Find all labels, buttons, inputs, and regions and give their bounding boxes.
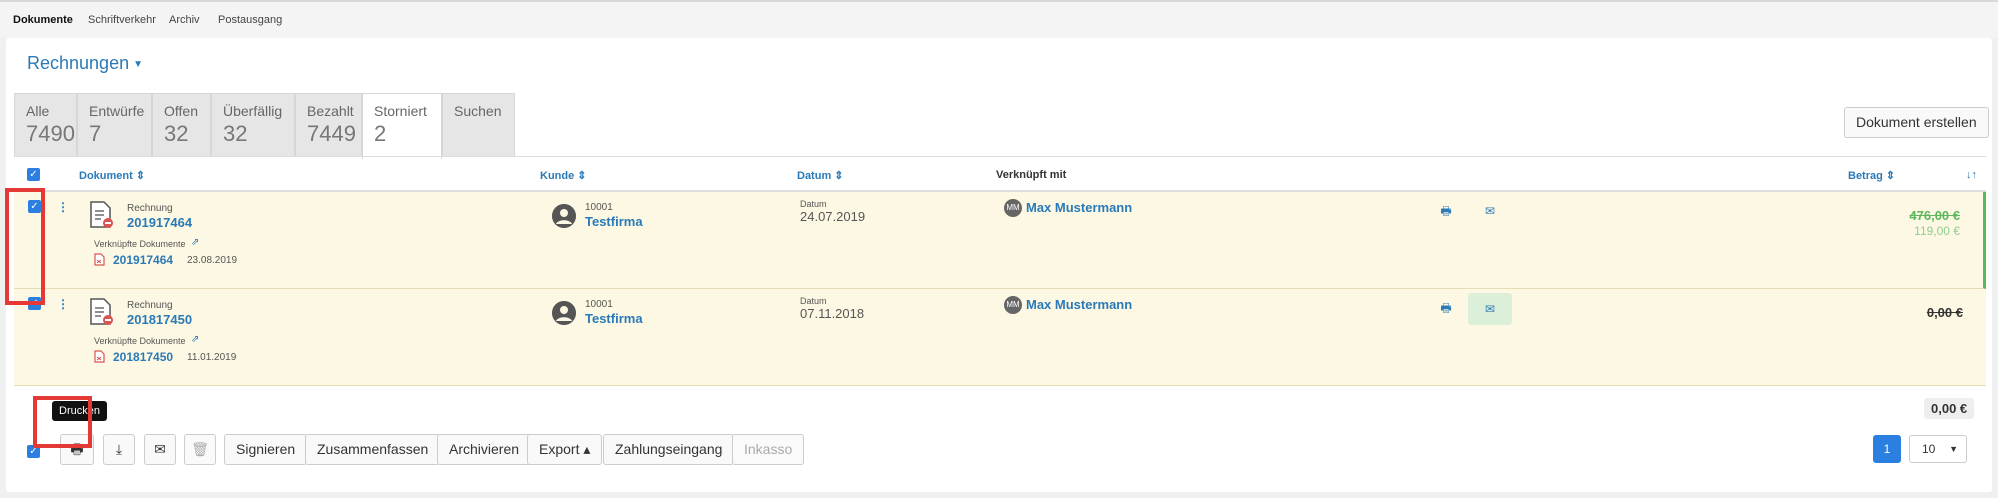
- export-button[interactable]: Export ▴: [527, 434, 603, 465]
- amount-sub: 119,00 €: [1914, 224, 1960, 238]
- merge-button[interactable]: Zusammenfassen: [305, 434, 441, 465]
- tab-label: Überfällig: [223, 103, 283, 119]
- per-page-value: 10: [1922, 442, 1936, 456]
- external-link-icon[interactable]: ⇗: [191, 237, 199, 248]
- col-kunde[interactable]: Kunde ⇕: [540, 169, 587, 182]
- pdf-icon: [94, 253, 105, 266]
- tab-count: 32: [223, 121, 248, 146]
- total-amount: 0,00 €: [1924, 398, 1975, 419]
- email-button[interactable]: ✉: [144, 434, 176, 465]
- download-button[interactable]: ⤓: [103, 434, 135, 465]
- contact-avatar: MM: [1004, 199, 1022, 217]
- sign-button[interactable]: Signieren: [224, 434, 308, 465]
- table-header: ✓ Dokument ⇕ Kunde ⇕ Datum ⇕ Verknüpft m…: [14, 156, 1986, 192]
- payment-button[interactable]: Zahlungseingang: [603, 434, 735, 465]
- table-row[interactable]: ✓ ⋮ Rechnung 201817450 Verknüpfte Dokume…: [14, 289, 1986, 386]
- main-panel: Rechnungen ▼ Dokument erstellen Alle 7490 …: [6, 38, 1992, 492]
- doc-number-link[interactable]: 201917464: [127, 215, 192, 230]
- customer-avatar-icon: [552, 301, 576, 325]
- mail-sent-icon[interactable]: ✉: [1468, 293, 1512, 325]
- col-verknuepft: Verknüpft mit: [996, 169, 1067, 181]
- caret-down-icon: ▼: [133, 58, 143, 70]
- linked-doc-link[interactable]: 201917464: [113, 253, 173, 267]
- customer-id: 10001: [585, 202, 613, 213]
- tab-label: Offen: [164, 103, 198, 119]
- top-nav: Dokumente Schriftverkehr Archiv Postausg…: [0, 0, 1998, 38]
- print-icon[interactable]: 🖶: [1436, 201, 1456, 221]
- date-label: Datum: [800, 296, 827, 306]
- tab-count: 2: [374, 121, 387, 146]
- tab-count: 7490: [26, 121, 75, 146]
- amount: 476,00 €: [1909, 208, 1960, 223]
- select-all-checkbox[interactable]: ✓: [27, 168, 40, 181]
- topnav-dokumente[interactable]: Dokumente: [13, 14, 73, 26]
- contact-link[interactable]: Max Mustermann: [1026, 200, 1132, 215]
- customer-avatar-icon: [552, 204, 576, 228]
- tab-ueberfaellig[interactable]: Überfällig 32: [211, 93, 295, 157]
- delete-button[interactable]: 🗑: [184, 434, 216, 465]
- linked-doc-link[interactable]: 201817450: [113, 350, 173, 364]
- archive-button[interactable]: Archivieren: [437, 434, 532, 465]
- tab-count: 32: [164, 121, 189, 146]
- date-value: 24.07.2019: [800, 209, 866, 224]
- tab-label: Bezahlt: [307, 103, 354, 119]
- annotation-box-print: [33, 396, 92, 448]
- date-value: 07.11.2018: [800, 306, 865, 321]
- linked-docs-label: Verknüpfte Dokumente: [94, 336, 186, 346]
- page-1-button[interactable]: 1: [1873, 435, 1901, 463]
- linked-docs-label: Verknüpfte Dokumente: [94, 239, 186, 249]
- annotation-box-checkboxes: [5, 188, 45, 305]
- table-row[interactable]: ✓ ⋮ Rechnung 201917464 Verknüpfte Dokume…: [14, 192, 1986, 289]
- customer-id: 10001: [585, 299, 613, 310]
- date-label: Datum: [800, 199, 827, 209]
- customer-link[interactable]: Testfirma: [585, 311, 643, 326]
- more-actions-icon[interactable]: ⋮: [57, 201, 69, 213]
- sort-icon[interactable]: ↓↑: [1966, 169, 1977, 181]
- linked-doc-date: 11.01.2019: [187, 352, 237, 363]
- col-betrag[interactable]: Betrag ⇕: [1848, 169, 1895, 182]
- contact-avatar: MM: [1004, 296, 1022, 314]
- page-title[interactable]: Rechnungen ▼: [27, 53, 143, 74]
- topnav-archiv[interactable]: Archiv: [169, 14, 200, 26]
- pdf-icon: [94, 350, 105, 363]
- amount: 0,00 €: [1926, 305, 1963, 320]
- tab-count: 7449: [307, 121, 356, 146]
- doc-type: Rechnung: [127, 300, 173, 311]
- tab-offen[interactable]: Offen 32: [152, 93, 211, 157]
- page-title-text: Rechnungen: [27, 53, 130, 73]
- document-cancelled-icon: [90, 201, 113, 228]
- more-actions-icon[interactable]: ⋮: [57, 298, 69, 310]
- chevron-down-icon: ▼: [1949, 444, 1958, 454]
- contact-link[interactable]: Max Mustermann: [1026, 297, 1132, 312]
- per-page-select[interactable]: 10 ▼: [1909, 435, 1967, 463]
- collection-button: Inkasso: [732, 434, 805, 465]
- topnav-schriftverkehr[interactable]: Schriftverkehr: [88, 14, 156, 26]
- tab-entwuerfe[interactable]: Entwürfe 7: [77, 93, 152, 157]
- print-icon[interactable]: 🖶: [1436, 298, 1456, 318]
- topnav-postausgang[interactable]: Postausgang: [218, 14, 282, 26]
- document-cancelled-icon: [90, 298, 113, 325]
- customer-link[interactable]: Testfirma: [585, 214, 643, 229]
- col-dokument[interactable]: Dokument ⇕: [79, 169, 145, 182]
- tab-storniert[interactable]: Storniert 2: [362, 93, 442, 159]
- tab-label: Storniert: [374, 103, 427, 119]
- tab-alle[interactable]: Alle 7490: [14, 93, 77, 157]
- doc-number-link[interactable]: 201817450: [127, 312, 192, 327]
- tab-bezahlt[interactable]: Bezahlt 7449: [295, 93, 362, 157]
- linked-doc-date: 23.08.2019: [187, 255, 238, 266]
- tab-label: Suchen: [454, 103, 502, 119]
- tab-suchen[interactable]: Suchen: [442, 93, 515, 157]
- doc-type: Rechnung: [127, 203, 173, 214]
- col-datum[interactable]: Datum ⇕: [797, 169, 844, 182]
- create-document-button[interactable]: Dokument erstellen: [1844, 107, 1989, 138]
- tab-label: Alle: [26, 103, 50, 119]
- external-link-icon[interactable]: ⇗: [191, 334, 199, 345]
- mail-icon[interactable]: ✉: [1480, 201, 1500, 221]
- tab-label: Entwürfe: [89, 103, 145, 119]
- tab-count: 7: [89, 121, 102, 146]
